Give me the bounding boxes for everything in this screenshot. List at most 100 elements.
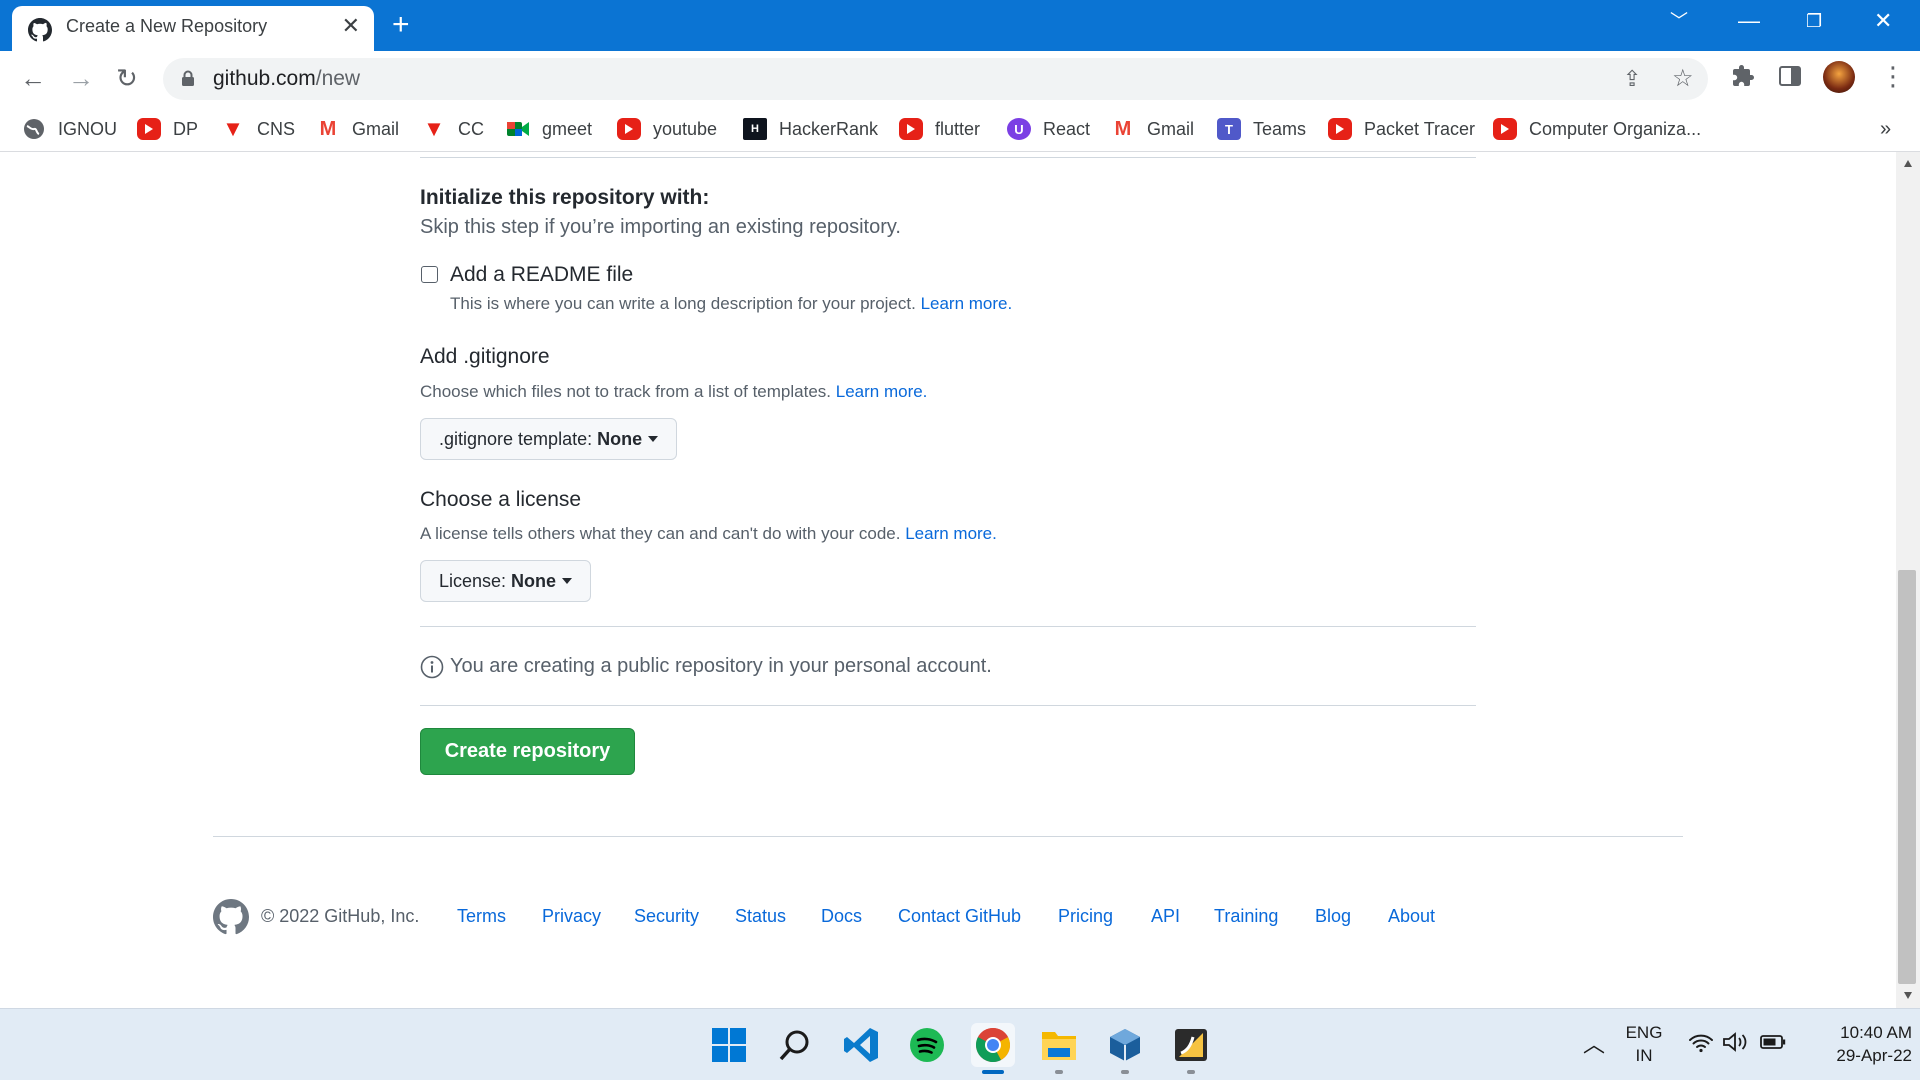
bookmark-ignou[interactable]: IGNOU bbox=[22, 114, 117, 144]
react-bookmark-icon: U bbox=[1007, 118, 1031, 140]
github-logo-icon[interactable] bbox=[213, 899, 249, 940]
globe-icon bbox=[22, 118, 46, 140]
footer-link-privacy[interactable]: Privacy bbox=[542, 906, 601, 927]
browser-tab-strip: Create a New Repository ✕ + ﹀ — ❐ ✕ bbox=[0, 0, 1920, 51]
footer-link-api[interactable]: API bbox=[1151, 906, 1180, 927]
clock[interactable]: 10:40 AM 29-Apr-22 bbox=[1800, 1021, 1912, 1067]
gitignore-learn-more-link[interactable]: Learn more. bbox=[836, 382, 928, 401]
volume-icon[interactable] bbox=[1722, 1031, 1750, 1058]
bookmark-cns[interactable]: ▼ CNS bbox=[221, 114, 295, 144]
side-panel-icon[interactable] bbox=[1779, 66, 1801, 91]
bookmark-flutter[interactable]: flutter bbox=[899, 114, 980, 144]
browser-toolbar: ← → ↻ github.com/new ⇪ ☆ ⋮ bbox=[0, 51, 1920, 106]
bookmark-cc[interactable]: ▼ CC bbox=[422, 114, 484, 144]
back-arrow-icon[interactable]: ← bbox=[20, 63, 46, 93]
chrome-icon[interactable] bbox=[971, 1023, 1015, 1067]
divider bbox=[420, 626, 1476, 627]
spotify-icon[interactable] bbox=[905, 1023, 949, 1067]
bookmark-hackerrank[interactable]: H HackerRank bbox=[743, 114, 878, 144]
forward-arrow-icon[interactable]: → bbox=[68, 63, 94, 93]
hackerrank-icon: H bbox=[743, 118, 767, 140]
extensions-puzzle-icon[interactable] bbox=[1731, 64, 1755, 95]
footer-link-about[interactable]: About bbox=[1388, 906, 1435, 927]
page-content: Initialize this repository with: Skip th… bbox=[0, 152, 1896, 1008]
license-description: A license tells others what they can and… bbox=[420, 524, 997, 543]
running-indicator bbox=[1121, 1070, 1129, 1074]
address-bar[interactable]: github.com/new ⇪ ☆ bbox=[163, 58, 1708, 100]
public-repo-notice: You are creating a public repository in … bbox=[450, 655, 992, 677]
restore-icon[interactable]: ❐ bbox=[1806, 6, 1822, 36]
footer-link-security[interactable]: Security bbox=[634, 906, 699, 927]
bookmark-gmail[interactable]: M Gmail bbox=[316, 114, 399, 144]
footer-link-training[interactable]: Training bbox=[1214, 906, 1278, 927]
github-favicon-icon bbox=[28, 18, 52, 47]
create-repository-button[interactable]: Create repository bbox=[420, 728, 635, 775]
footer-link-docs[interactable]: Docs bbox=[821, 906, 862, 927]
vscode-icon[interactable] bbox=[839, 1023, 883, 1067]
scrollbar-thumb[interactable] bbox=[1898, 570, 1916, 984]
bookmark-dp[interactable]: DP bbox=[137, 114, 198, 144]
bookmark-gmail-2[interactable]: M Gmail bbox=[1111, 114, 1194, 144]
license-learn-more-link[interactable]: Learn more. bbox=[905, 524, 997, 543]
footer-link-status[interactable]: Status bbox=[735, 906, 786, 927]
tab-close-icon[interactable]: ✕ bbox=[342, 14, 360, 38]
bookmark-react[interactable]: U React bbox=[1007, 114, 1090, 144]
footer-link-terms[interactable]: Terms bbox=[457, 906, 506, 927]
gitignore-heading: Add .gitignore bbox=[420, 345, 550, 368]
browser-tab[interactable]: Create a New Repository ✕ bbox=[12, 6, 374, 51]
gitignore-template-select[interactable]: .gitignore template: None bbox=[420, 418, 678, 460]
license-select[interactable]: License: None bbox=[420, 560, 592, 602]
app-64bit-icon[interactable] bbox=[1169, 1023, 1213, 1067]
tray-overflow-chevron-icon[interactable]: ︿ bbox=[1583, 1027, 1605, 1059]
profile-avatar[interactable] bbox=[1823, 61, 1855, 93]
readme-checkbox[interactable] bbox=[421, 266, 438, 283]
lock-icon[interactable] bbox=[181, 70, 195, 92]
bookmark-star-icon[interactable]: ☆ bbox=[1672, 64, 1694, 93]
running-indicator bbox=[1055, 1070, 1063, 1074]
gitignore-description: Choose which files not to track from a l… bbox=[420, 382, 928, 401]
windows-start-icon[interactable] bbox=[707, 1023, 751, 1067]
battery-icon[interactable] bbox=[1760, 1035, 1786, 1054]
gmail-icon: M bbox=[1114, 117, 1132, 140]
google-meet-icon bbox=[506, 118, 530, 140]
initialize-subtext: Skip this step if you’re importing an ex… bbox=[420, 216, 901, 238]
bookmark-computer-organization[interactable]: Computer Organiza... bbox=[1493, 114, 1701, 144]
codetantra-icon: ▼ bbox=[423, 116, 445, 141]
bookmark-packet-tracer[interactable]: Packet Tracer bbox=[1328, 114, 1475, 144]
footer-link-contact-github[interactable]: Contact GitHub bbox=[898, 906, 1021, 927]
footer-copyright: © 2022 GitHub, Inc. bbox=[261, 906, 420, 926]
bookmarks-bar: IGNOU DP ▼ CNS M Gmail ▼ CC gmeet youtub… bbox=[0, 106, 1920, 152]
caret-down-icon bbox=[562, 578, 573, 584]
share-icon[interactable]: ⇪ bbox=[1623, 66, 1641, 92]
running-indicator bbox=[1187, 1070, 1195, 1074]
readme-learn-more-link[interactable]: Learn more. bbox=[921, 294, 1013, 313]
readme-label[interactable]: Add a README file bbox=[450, 263, 633, 287]
caret-down-icon bbox=[648, 436, 659, 442]
new-tab-button[interactable]: + bbox=[392, 10, 410, 40]
bookmark-teams[interactable]: T Teams bbox=[1217, 114, 1306, 144]
menu-kebab-icon[interactable]: ⋮ bbox=[1880, 61, 1906, 91]
reload-icon[interactable]: ↻ bbox=[116, 63, 138, 93]
footer-link-pricing[interactable]: Pricing bbox=[1058, 906, 1113, 927]
bookmarks-overflow-button[interactable]: » bbox=[1880, 114, 1891, 144]
info-icon bbox=[420, 655, 444, 684]
divider bbox=[420, 705, 1476, 706]
language-indicator[interactable]: ENG IN bbox=[1622, 1021, 1666, 1067]
wifi-icon[interactable] bbox=[1688, 1033, 1714, 1058]
virtualbox-icon[interactable] bbox=[1103, 1023, 1147, 1067]
initialize-heading: Initialize this repository with: bbox=[420, 186, 710, 209]
windows-taskbar: ︿ ENG IN 10:40 AM 29-Apr-22 bbox=[0, 1008, 1920, 1080]
footer-link-blog[interactable]: Blog bbox=[1315, 906, 1351, 927]
divider bbox=[420, 157, 1476, 158]
minimize-icon[interactable]: — bbox=[1738, 6, 1760, 36]
window-close-icon[interactable]: ✕ bbox=[1874, 6, 1892, 36]
scroll-down-arrow-icon[interactable] bbox=[1904, 992, 1912, 999]
bookmark-gmeet[interactable]: gmeet bbox=[506, 114, 592, 144]
codetantra-icon: ▼ bbox=[222, 116, 244, 141]
readme-description: This is where you can write a long descr… bbox=[450, 294, 1013, 313]
tab-search-chevron-icon[interactable]: ﹀ bbox=[1670, 6, 1688, 36]
bookmark-youtube[interactable]: youtube bbox=[617, 114, 717, 144]
search-icon[interactable] bbox=[773, 1023, 817, 1067]
file-explorer-icon[interactable] bbox=[1037, 1023, 1081, 1067]
scroll-up-arrow-icon[interactable] bbox=[1904, 160, 1912, 167]
